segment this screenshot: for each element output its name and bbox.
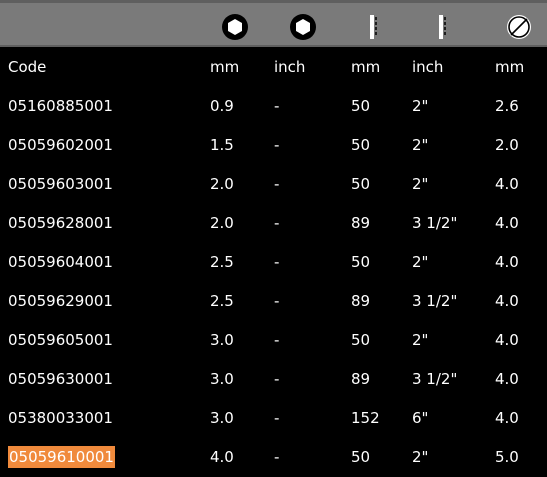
hex-socket-icon: [221, 13, 249, 41]
table-row[interactable]: 05059605001 3.0 - 50 2" 4.0: [0, 321, 547, 360]
cell-hex-inch: -: [274, 370, 280, 388]
cell-code: 05059610001: [8, 438, 115, 477]
cell-hex-mm: 2.5: [210, 253, 234, 271]
cell-code: 05059604001: [8, 253, 113, 271]
cell-hex-mm: 2.5: [210, 292, 234, 310]
cell-hex-mm: 2.0: [210, 175, 234, 193]
table-row[interactable]: 05059629001 2.5 - 89 3 1/2" 4.0: [0, 282, 547, 321]
highlighted-code[interactable]: 05059610001: [8, 446, 115, 468]
product-spec-table: Code mm inch mm inch mm 05160885001 0.9 …: [0, 0, 547, 473]
cell-hex-mm: 4.0: [210, 448, 234, 466]
cell-code: 05160885001: [8, 97, 113, 115]
table-header-row: Code mm inch mm inch mm: [0, 48, 547, 87]
cell-code: 05059605001: [8, 331, 113, 349]
table-row[interactable]: 05059628001 2.0 - 89 3 1/2" 4.0: [0, 204, 547, 243]
cell-length-inch: 2": [412, 97, 429, 115]
cell-hex-inch: -: [274, 214, 280, 232]
cell-diameter-mm: 4.0: [495, 214, 519, 232]
cell-length-inch: 2": [412, 136, 429, 154]
cell-diameter-mm: 2.0: [495, 136, 519, 154]
blade-length-icon: [428, 13, 456, 41]
cell-hex-mm: 3.0: [210, 370, 234, 388]
table-row[interactable]: 05059604001 2.5 - 50 2" 4.0: [0, 243, 547, 282]
cell-length-inch: 2": [412, 175, 429, 193]
cell-hex-mm: 0.9: [210, 97, 234, 115]
cell-diameter-mm: 4.0: [495, 175, 519, 193]
cell-hex-inch: -: [274, 97, 280, 115]
blade-length-icon: [359, 13, 387, 41]
table-row[interactable]: 05059602001 1.5 - 50 2" 2.0: [0, 126, 547, 165]
cell-length-mm: 89: [351, 292, 371, 310]
table-row[interactable]: 05059610001 4.0 - 50 2" 5.0: [0, 438, 547, 477]
cell-hex-inch: -: [274, 175, 280, 193]
table-row[interactable]: 05380033001 3.0 - 152 6" 4.0: [0, 399, 547, 438]
header-length-mm: mm: [351, 58, 381, 76]
header-code: Code: [8, 58, 47, 76]
hex-socket-icon: [289, 13, 317, 41]
cell-length-inch: 3 1/2": [412, 370, 458, 388]
column-icon-bar: [0, 0, 547, 47]
cell-diameter-mm: 2.6: [495, 97, 519, 115]
header-hex-mm: mm: [210, 58, 240, 76]
cell-diameter-mm: 4.0: [495, 409, 519, 427]
cell-hex-mm: 3.0: [210, 331, 234, 349]
cell-length-mm: 50: [351, 253, 371, 271]
cell-hex-mm: 1.5: [210, 136, 234, 154]
cell-length-inch: 3 1/2": [412, 214, 458, 232]
cell-code: 05059603001: [8, 175, 113, 193]
cell-length-mm: 50: [351, 448, 371, 466]
cell-hex-inch: -: [274, 331, 280, 349]
cell-hex-inch: -: [274, 253, 280, 271]
cell-length-mm: 50: [351, 136, 371, 154]
cell-length-inch: 3 1/2": [412, 292, 458, 310]
header-diameter-mm: mm: [495, 58, 525, 76]
table-row[interactable]: 05059630001 3.0 - 89 3 1/2" 4.0: [0, 360, 547, 399]
table-row[interactable]: 05059603001 2.0 - 50 2" 4.0: [0, 165, 547, 204]
cell-length-mm: 89: [351, 370, 371, 388]
diameter-icon: [505, 13, 533, 41]
cell-hex-mm: 3.0: [210, 409, 234, 427]
table-row[interactable]: 05160885001 0.9 - 50 2" 2.6: [0, 87, 547, 126]
cell-diameter-mm: 5.0: [495, 448, 519, 466]
cell-length-mm: 89: [351, 214, 371, 232]
cell-length-mm: 50: [351, 97, 371, 115]
cell-length-mm: 50: [351, 331, 371, 349]
cell-hex-inch: -: [274, 136, 280, 154]
cell-code: 05059602001: [8, 136, 113, 154]
header-hex-inch: inch: [274, 58, 306, 76]
cell-hex-inch: -: [274, 409, 280, 427]
cell-length-inch: 2": [412, 331, 429, 349]
header-length-inch: inch: [412, 58, 444, 76]
cell-hex-inch: -: [274, 292, 280, 310]
cell-code: 05059629001: [8, 292, 113, 310]
cell-length-inch: 2": [412, 253, 429, 271]
cell-diameter-mm: 4.0: [495, 370, 519, 388]
cell-diameter-mm: 4.0: [495, 331, 519, 349]
cell-code: 05380033001: [8, 409, 113, 427]
cell-diameter-mm: 4.0: [495, 292, 519, 310]
cell-length-mm: 152: [351, 409, 380, 427]
cell-hex-inch: -: [274, 448, 280, 466]
cell-length-mm: 50: [351, 175, 371, 193]
cell-length-inch: 2": [412, 448, 429, 466]
cell-code: 05059630001: [8, 370, 113, 388]
cell-code: 05059628001: [8, 214, 113, 232]
cell-hex-mm: 2.0: [210, 214, 234, 232]
cell-diameter-mm: 4.0: [495, 253, 519, 271]
cell-length-inch: 6": [412, 409, 429, 427]
